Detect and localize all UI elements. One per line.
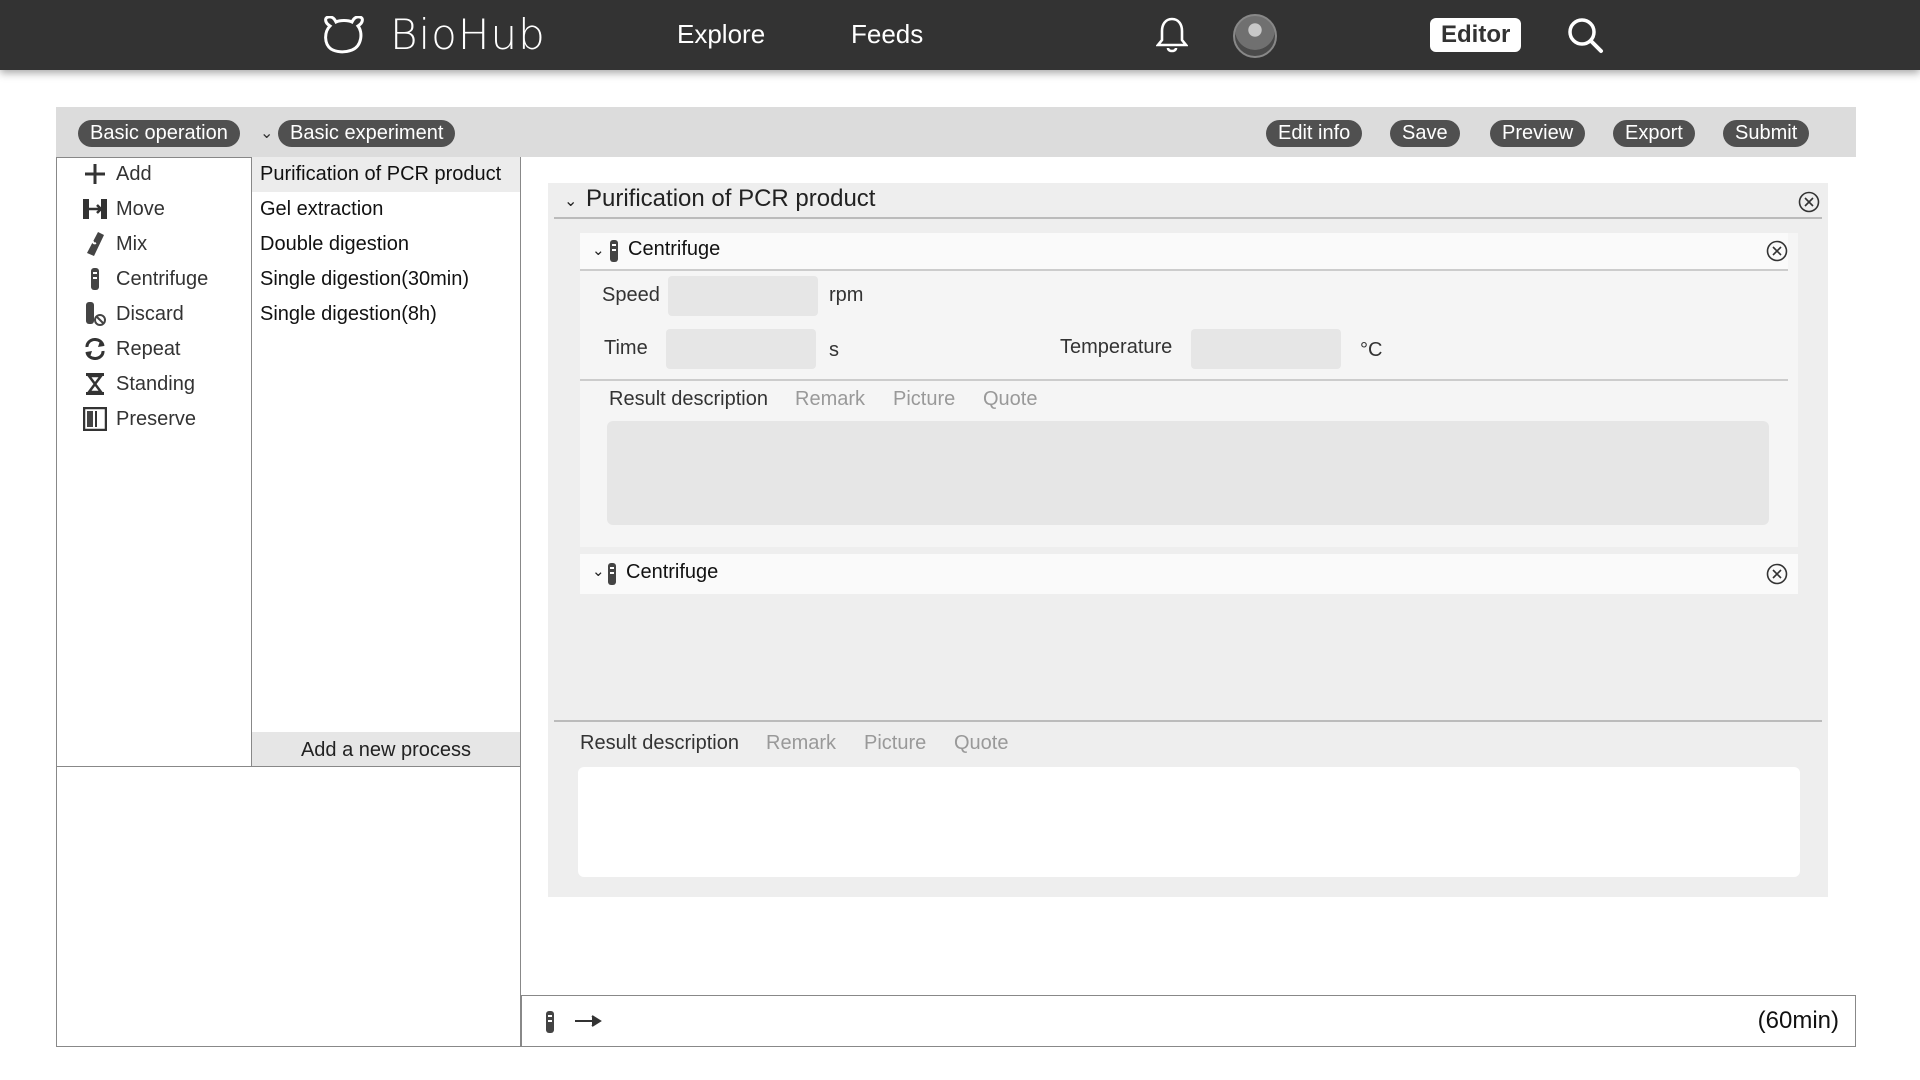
chevron-down-icon[interactable]: ⌄ bbox=[592, 241, 605, 259]
speed-label: Speed bbox=[602, 284, 660, 306]
step-card-centrifuge: ⌄ Centrifuge Speed rpm Time s Temperatur… bbox=[580, 233, 1798, 547]
operation-move[interactable]: Move bbox=[82, 194, 165, 224]
hourglass-icon bbox=[82, 371, 108, 397]
discard-icon bbox=[82, 301, 108, 327]
editor-toolbar: Basic operation ⌄ Basic experiment Edit … bbox=[56, 107, 1856, 157]
tab-quote[interactable]: Quote bbox=[983, 388, 1037, 411]
temperature-label: Temperature bbox=[1060, 336, 1173, 358]
export-button[interactable]: Export bbox=[1613, 120, 1695, 147]
operation-label: Centrifuge bbox=[116, 267, 209, 290]
repeat-icon bbox=[82, 336, 108, 362]
basic-experiment-tab[interactable]: Basic experiment bbox=[278, 120, 456, 147]
total-duration: (60min) bbox=[1757, 1007, 1839, 1034]
process-timeline: (60min) bbox=[521, 995, 1856, 1047]
centrifuge-tube-icon bbox=[82, 266, 108, 292]
save-button[interactable]: Save bbox=[1390, 120, 1460, 147]
step-card-centrifuge: ⌄ Centrifuge bbox=[580, 554, 1798, 594]
nav-explore-link[interactable]: Explore bbox=[677, 19, 765, 50]
tab-result-description[interactable]: Result description bbox=[609, 388, 768, 411]
tab-quote[interactable]: Quote bbox=[954, 732, 1008, 755]
operation-label: Preserve bbox=[116, 407, 197, 430]
bell-icon[interactable] bbox=[1156, 16, 1188, 54]
chevron-down-icon[interactable]: ⌄ bbox=[564, 191, 577, 211]
time-input[interactable] bbox=[666, 329, 816, 369]
operations-list: Add Move Mix Centrifuge Discard Repeat S… bbox=[56, 157, 252, 767]
step-name: Centrifuge bbox=[626, 561, 719, 583]
temperature-input[interactable] bbox=[1191, 329, 1341, 369]
close-circle-icon[interactable] bbox=[1766, 240, 1788, 262]
operation-label: Discard bbox=[116, 302, 184, 325]
process-title: Purification of PCR product bbox=[586, 185, 876, 212]
chevron-down-icon[interactable]: ⌄ bbox=[260, 123, 273, 143]
time-unit: s bbox=[829, 339, 839, 361]
experiment-item[interactable]: Purification of PCR product bbox=[260, 163, 501, 186]
experiment-item[interactable]: Single digestion(8h) bbox=[260, 303, 437, 326]
operation-preserve[interactable]: Preserve bbox=[82, 404, 196, 434]
tab-remark[interactable]: Remark bbox=[766, 732, 836, 755]
operation-label: Mix bbox=[116, 232, 148, 255]
experiment-item[interactable]: Double digestion bbox=[260, 233, 409, 256]
operation-label: Add bbox=[116, 162, 152, 185]
time-label: Time bbox=[604, 337, 648, 359]
bear-logo-icon[interactable] bbox=[322, 16, 366, 54]
top-navigation-bar: BioHub Explore Feeds Editor bbox=[0, 0, 1920, 70]
tab-result-description[interactable]: Result description bbox=[580, 732, 739, 755]
operation-label: Repeat bbox=[116, 337, 181, 360]
search-icon[interactable] bbox=[1566, 16, 1604, 54]
centrifuge-tube-icon[interactable] bbox=[544, 1010, 556, 1034]
operation-standing[interactable]: Standing bbox=[82, 369, 195, 399]
plus-icon bbox=[82, 161, 108, 187]
operation-repeat[interactable]: Repeat bbox=[82, 334, 181, 364]
basic-operation-tab[interactable]: Basic operation bbox=[78, 120, 240, 147]
preview-button[interactable]: Preview bbox=[1490, 120, 1586, 147]
operation-label: Standing bbox=[116, 372, 195, 395]
divider bbox=[554, 720, 1822, 722]
speed-input[interactable] bbox=[668, 276, 818, 316]
arrow-right-icon bbox=[575, 1015, 602, 1027]
close-circle-icon[interactable] bbox=[1766, 563, 1788, 585]
step-name: Centrifuge bbox=[628, 238, 721, 260]
divider bbox=[580, 269, 1788, 271]
submit-button[interactable]: Submit bbox=[1723, 120, 1810, 147]
centrifuge-tube-icon bbox=[610, 240, 618, 262]
chevron-down-icon[interactable]: ⌄ bbox=[592, 562, 605, 580]
process-header: ⌄ Purification of PCR product bbox=[554, 185, 1822, 219]
brand-name[interactable]: BioHub bbox=[390, 10, 546, 59]
step-result-description-input[interactable] bbox=[607, 421, 1769, 525]
operation-centrifuge[interactable]: Centrifuge bbox=[82, 264, 208, 294]
speed-unit: rpm bbox=[829, 284, 864, 306]
process-result-description-input[interactable] bbox=[578, 767, 1800, 877]
operation-discard[interactable]: Discard bbox=[82, 299, 184, 329]
preserve-icon bbox=[82, 406, 108, 432]
tab-picture[interactable]: Picture bbox=[864, 732, 926, 755]
experiments-list: Purification of PCR product Gel extracti… bbox=[252, 157, 521, 767]
divider bbox=[580, 379, 1788, 381]
operation-mix[interactable]: Mix bbox=[82, 229, 147, 259]
close-circle-icon[interactable] bbox=[1798, 191, 1820, 213]
operation-add[interactable]: Add bbox=[82, 159, 152, 189]
experiment-item[interactable]: Gel extraction bbox=[260, 198, 383, 221]
editor-button[interactable]: Editor bbox=[1430, 18, 1522, 52]
experiment-item[interactable]: Single digestion(30min) bbox=[260, 268, 469, 291]
add-new-process-button[interactable]: Add a new process bbox=[252, 732, 520, 766]
mix-icon bbox=[82, 231, 108, 257]
temperature-unit: °C bbox=[1360, 339, 1383, 361]
move-icon bbox=[82, 196, 108, 222]
edit-info-button[interactable]: Edit info bbox=[1266, 120, 1363, 147]
tab-picture[interactable]: Picture bbox=[893, 388, 955, 411]
centrifuge-tube-icon bbox=[608, 563, 616, 585]
nav-feeds-link[interactable]: Feeds bbox=[851, 19, 923, 50]
tab-remark[interactable]: Remark bbox=[795, 388, 865, 411]
operation-label: Move bbox=[116, 197, 165, 220]
step-header[interactable]: ⌄ Centrifuge bbox=[580, 554, 1788, 594]
user-avatar[interactable] bbox=[1233, 14, 1277, 58]
step-header[interactable]: ⌄ Centrifuge bbox=[580, 233, 1788, 269]
